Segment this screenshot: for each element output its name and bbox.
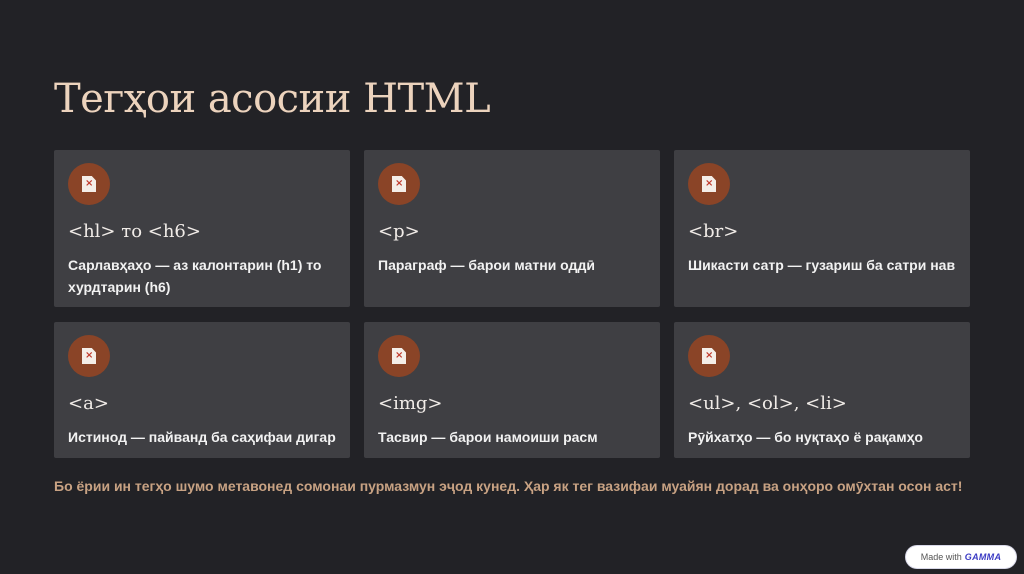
card-tag: <ul>, <ol>, <li> <box>688 393 847 414</box>
made-with-gamma-badge[interactable]: Made with GAMMA <box>906 546 1016 568</box>
footer-text: Бо ёрии ин тегҳо шумо метавонед сомонаи … <box>54 478 963 494</box>
broken-image-icon <box>702 348 716 364</box>
card-description: Тасвир — барои намоиши расм <box>378 429 598 445</box>
card-tag: <hl> то <h6> <box>68 221 201 242</box>
card-headings: <hl> то <h6> Сарлавҳаҳо — аз калонтарин … <box>54 150 350 307</box>
card-icon-circle <box>688 163 730 205</box>
card-tag: <p> <box>378 221 420 242</box>
card-description: Сарлавҳаҳо — аз калонтарин (h1) то хурдт… <box>68 257 322 295</box>
card-description: Параграф — барои матни оддӣ <box>378 257 595 273</box>
broken-image-icon <box>82 176 96 192</box>
card-description: Рӯйхатҳо — бо нуқтаҳо ё рақамҳо <box>688 429 923 445</box>
card-tag: <br> <box>688 221 739 242</box>
broken-image-icon <box>392 348 406 364</box>
broken-image-icon <box>82 348 96 364</box>
broken-image-icon <box>392 176 406 192</box>
card-description: Шикасти сатр — гузариш ба сатри нав <box>688 257 956 273</box>
card-icon-circle <box>378 335 420 377</box>
card-icon-circle <box>688 335 730 377</box>
page-title: Тегҳои асосии HTML <box>54 76 491 122</box>
card-description: Истинод — пайванд ба саҳифаи дигар <box>68 429 336 445</box>
card-tag: <a> <box>68 393 109 414</box>
badge-prefix: Made with <box>920 552 962 562</box>
broken-image-icon <box>702 176 716 192</box>
card-link: <a> Истинод — пайванд ба саҳифаи дигар <box>54 322 350 458</box>
card-paragraph: <p> Параграф — барои матни оддӣ <box>364 150 660 307</box>
cards-grid: <hl> то <h6> Сарлавҳаҳо — аз калонтарин … <box>54 150 970 458</box>
card-line-break: <br> Шикасти сатр — гузариш ба сатри нав <box>674 150 970 307</box>
card-image: <img> Тасвир — барои намоиши расм <box>364 322 660 458</box>
card-icon-circle <box>68 163 110 205</box>
card-tag: <img> <box>378 393 443 414</box>
card-icon-circle <box>378 163 420 205</box>
card-icon-circle <box>68 335 110 377</box>
card-lists: <ul>, <ol>, <li> Рӯйхатҳо — бо нуқтаҳо ё… <box>674 322 970 458</box>
gamma-logo: GAMMA <box>964 552 1002 562</box>
